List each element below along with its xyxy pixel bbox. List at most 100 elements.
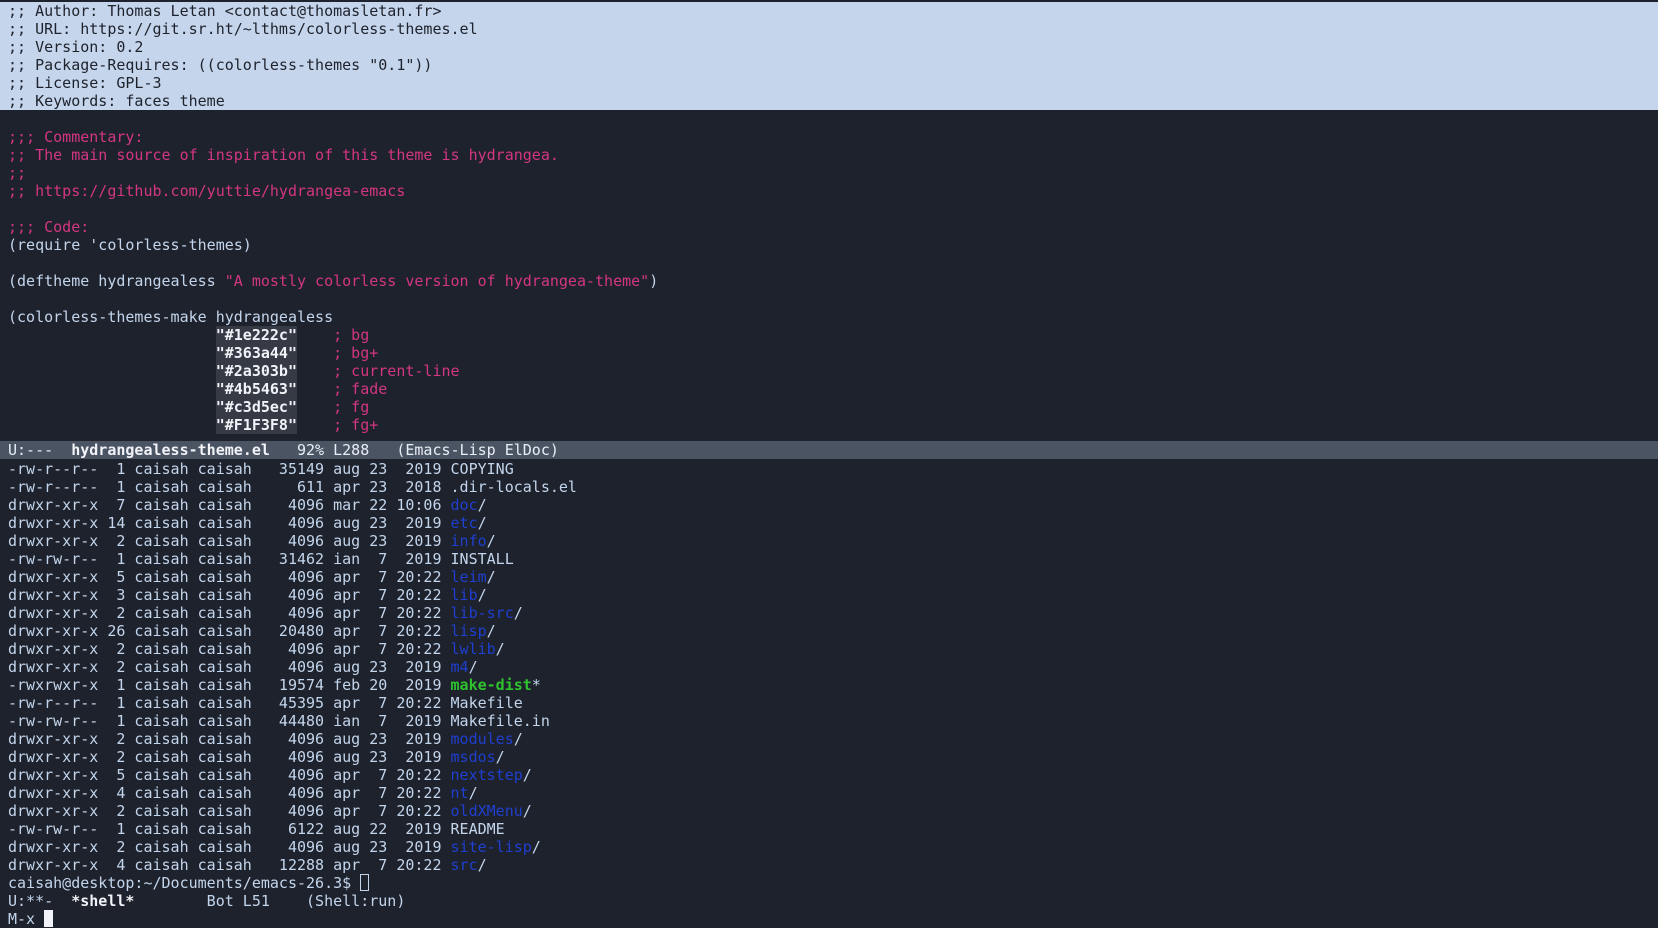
listing-suffix: / [468,658,478,676]
listing-meta: drwxr-xr-x 14 caisah caisah 4096 aug 23 … [8,514,451,532]
listing-meta: -rwxrwxr-x 1 caisah caisah 19574 feb 20 … [8,676,451,694]
directory-name[interactable]: lwlib [451,640,496,658]
listing-row: drwxr-xr-x 2 caisah caisah 4096 apr 7 20… [0,604,1658,622]
header-line: ;; Author: Thomas Letan <contact@thomasl… [0,2,1658,20]
minibuffer-cursor [44,910,54,927]
listing-row: drwxr-xr-x 2 caisah caisah 4096 aug 23 2… [0,838,1658,856]
listing-row: drwxr-xr-x 4 caisah caisah 4096 apr 7 20… [0,784,1658,802]
directory-name[interactable]: leim [451,568,487,586]
color-gap [297,398,333,416]
color-hex-string: "#2a303b" [215,362,297,380]
file-name[interactable]: Makefile [451,694,523,712]
color-entry: "#4b5463" ; fade [0,380,1658,398]
color-hex-string: "#1e222c" [215,326,297,344]
mode-line-buffer-name[interactable]: hydrangealess-theme.el [71,441,270,459]
directory-name[interactable]: oldXMenu [451,802,523,820]
directory-name[interactable]: msdos [451,748,496,766]
directory-name[interactable]: etc [451,514,478,532]
file-name[interactable]: INSTALL [451,550,514,568]
mode-line-info: 92% L288 (Emacs-Lisp ElDoc) [269,441,559,459]
color-indent [8,362,216,380]
color-hex-string: "#c3d5ec" [215,398,297,416]
color-gap [297,416,333,434]
listing-suffix: / [486,532,496,550]
color-comment: ; bg [333,326,370,344]
listing-row: -rw-rw-r-- 1 caisah caisah 31462 ian 7 2… [0,550,1658,568]
listing-row: drwxr-xr-x 2 caisah caisah 4096 aug 23 2… [0,748,1658,766]
directory-name[interactable]: modules [451,730,514,748]
mode-line-shell[interactable]: U:**- *shell* Bot L51 (Shell:run) [0,892,1658,910]
listing-meta: drwxr-xr-x 2 caisah caisah 4096 apr 7 20… [8,604,451,622]
shell-prompt-line[interactable]: caisah@desktop:~/Documents/emacs-26.3$ [0,874,1658,892]
directory-name[interactable]: site-lisp [451,838,532,856]
listing-meta: drwxr-xr-x 2 caisah caisah 4096 aug 23 2… [8,748,451,766]
directory-name[interactable]: lisp [451,622,487,640]
color-gap [297,326,333,344]
listing-meta: -rw-r--r-- 1 caisah caisah 45395 apr 7 2… [8,694,451,712]
listing-row: -rw-r--r-- 1 caisah caisah 611 apr 23 20… [0,478,1658,496]
listing-meta: drwxr-xr-x 26 caisah caisah 20480 apr 7 … [8,622,451,640]
listing-suffix: / [477,514,487,532]
color-entry: "#F1F3F8" ; fg+ [0,416,1658,434]
commentary-line: ;; [8,164,27,182]
listing-suffix: / [513,730,523,748]
directory-name[interactable]: doc [451,496,478,514]
file-name[interactable]: Makefile.in [451,712,550,730]
listing-row: drwxr-xr-x 7 caisah caisah 4096 mar 22 1… [0,496,1658,514]
shell-buffer[interactable]: -rw-r--r-- 1 caisah caisah 35149 aug 23 … [0,460,1658,892]
color-indent [8,398,216,416]
listing-suffix: / [468,784,478,802]
listing-meta: drwxr-xr-x 3 caisah caisah 4096 apr 7 20… [8,586,451,604]
listing-meta: drwxr-xr-x 5 caisah caisah 4096 apr 7 20… [8,766,451,784]
listing-suffix: / [513,604,523,622]
file-name[interactable]: COPYING [451,460,514,478]
require-line: (require 'colorless-themes) [8,236,252,254]
make-line: (colorless-themes-make hydrangealess [8,308,334,326]
editor-buffer[interactable]: ;; Author: Thomas Letan <contact@thomasl… [0,2,1658,442]
color-list: "#1e222c" ; bg "#363a44" ; bg+ "#2a303b"… [0,326,1658,434]
listing-suffix: / [477,856,487,874]
color-entry: "#2a303b" ; current-line [0,362,1658,380]
listing-meta: drwxr-xr-x 2 caisah caisah 4096 aug 23 2… [8,658,451,676]
listing-meta: drwxr-xr-x 2 caisah caisah 4096 apr 7 20… [8,802,451,820]
directory-name[interactable]: info [451,532,487,550]
color-comment: ; fade [333,380,388,398]
mode-line-buffer-name[interactable]: *shell* [71,892,134,910]
listing-row: drwxr-xr-x 5 caisah caisah 4096 apr 7 20… [0,568,1658,586]
text-cursor [360,874,370,891]
listing-meta: drwxr-xr-x 2 caisah caisah 4096 aug 23 2… [8,838,451,856]
directory-name[interactable]: lib-src [451,604,514,622]
listing-suffix: / [477,586,487,604]
listing-meta: drwxr-xr-x 4 caisah caisah 4096 apr 7 20… [8,784,451,802]
listing-row: -rw-rw-r-- 1 caisah caisah 44480 ian 7 2… [0,712,1658,730]
minibuffer-prompt: M-x [8,910,45,928]
directory-name[interactable]: m4 [451,658,469,676]
directory-name[interactable]: nextstep [451,766,523,784]
directory-name[interactable]: src [451,856,478,874]
header-line: ;; License: GPL-3 [0,74,1658,92]
listing-suffix: / [495,748,505,766]
listing-row: drwxr-xr-x 14 caisah caisah 4096 aug 23 … [0,514,1658,532]
listing-row: drwxr-xr-x 3 caisah caisah 4096 apr 7 20… [0,586,1658,604]
color-comment: ; fg+ [333,416,379,434]
directory-name[interactable]: nt [451,784,469,802]
listing-meta: -rw-rw-r-- 1 caisah caisah 31462 ian 7 2… [8,550,451,568]
commentary-line: ;; https://github.com/yuttie/hydrangea-e… [8,182,406,200]
file-name[interactable]: README [451,820,505,838]
file-name[interactable]: make-dist [451,676,532,694]
mode-line-status: U:**- [8,892,72,910]
listing-suffix: / [477,496,487,514]
listing-suffix: / [495,640,505,658]
listing-row: drwxr-xr-x 5 caisah caisah 4096 apr 7 20… [0,766,1658,784]
minibuffer[interactable]: M-x [0,910,1658,928]
header-line: ;; Version: 0.2 [0,38,1658,56]
file-name[interactable]: .dir-locals.el [451,478,577,496]
listing-suffix: / [522,802,532,820]
color-indent [8,344,216,362]
header-line: ;; Keywords: faces theme [0,92,1658,110]
directory-name[interactable]: lib [451,586,478,604]
commentary-line: ;; The main source of inspiration of thi… [8,146,559,164]
mode-line-editor[interactable]: U:--- hydrangealess-theme.el 92% L288 (E… [0,441,1658,459]
